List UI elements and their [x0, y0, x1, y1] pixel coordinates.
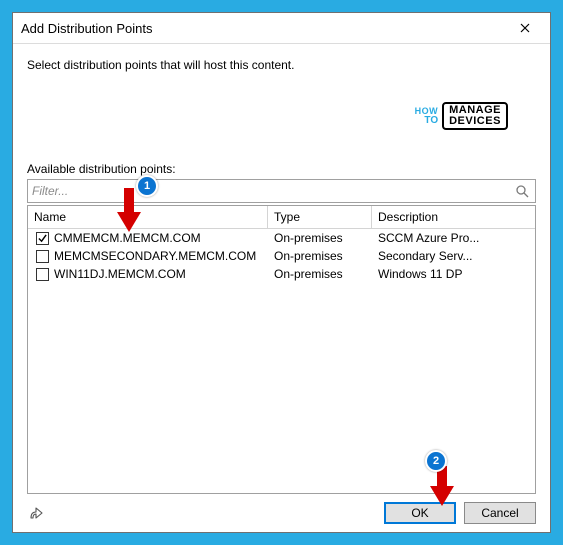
dialog-footer: OK Cancel	[13, 494, 550, 532]
list-rows: CMMEMCM.MEMCM.COMOn-premisesSCCM Azure P…	[28, 229, 535, 493]
annotation-arrow-2	[428, 466, 456, 508]
available-label: Available distribution points:	[27, 162, 536, 176]
watermark: HOW TO MANAGE DEVICES	[415, 102, 508, 130]
row-type: On-premises	[268, 265, 372, 283]
instruction-text: Select distribution points that will hos…	[27, 58, 536, 72]
row-description: Windows 11 DP	[372, 265, 535, 283]
cancel-button[interactable]: Cancel	[464, 502, 536, 524]
row-description: Secondary Serv...	[372, 247, 535, 265]
close-icon[interactable]	[508, 14, 542, 42]
filter-input[interactable]	[32, 184, 513, 198]
row-checkbox[interactable]	[36, 268, 49, 281]
row-checkbox[interactable]	[36, 232, 49, 245]
annotation-badge-1: 1	[136, 175, 158, 197]
row-type: On-premises	[268, 247, 372, 265]
dialog-body: Select distribution points that will hos…	[13, 44, 550, 494]
search-icon[interactable]	[513, 182, 531, 200]
row-description: SCCM Azure Pro...	[372, 229, 535, 247]
watermark-to: TO	[424, 116, 438, 125]
window-title: Add Distribution Points	[21, 21, 153, 36]
table-row[interactable]: CMMEMCM.MEMCM.COMOn-premisesSCCM Azure P…	[28, 229, 535, 247]
list-header: Name Type Description	[28, 206, 535, 229]
column-type[interactable]: Type	[268, 206, 372, 228]
table-row[interactable]: WIN11DJ.MEMCM.COM On-premisesWindows 11 D…	[28, 265, 535, 283]
column-description[interactable]: Description	[372, 206, 535, 228]
annotation-arrow-1	[114, 188, 144, 234]
dialog-window: Add Distribution Points Select distribut…	[12, 12, 551, 533]
filter-box	[27, 179, 536, 203]
row-type: On-premises	[268, 229, 372, 247]
row-checkbox[interactable]	[36, 250, 49, 263]
watermark-box: MANAGE DEVICES	[442, 102, 508, 130]
row-name: MEMCMSECONDARY.MEMCM.COM	[54, 249, 256, 263]
titlebar: Add Distribution Points	[13, 13, 550, 44]
annotation-badge-2: 2	[425, 450, 447, 472]
help-icon[interactable]	[27, 503, 47, 523]
row-name: WIN11DJ.MEMCM.COM	[54, 267, 186, 281]
table-row[interactable]: MEMCMSECONDARY.MEMCM.COM On-premisesSecon…	[28, 247, 535, 265]
distribution-points-list: Name Type Description CMMEMCM.MEMCM.COMO…	[27, 205, 536, 494]
column-name[interactable]: Name	[28, 206, 268, 228]
